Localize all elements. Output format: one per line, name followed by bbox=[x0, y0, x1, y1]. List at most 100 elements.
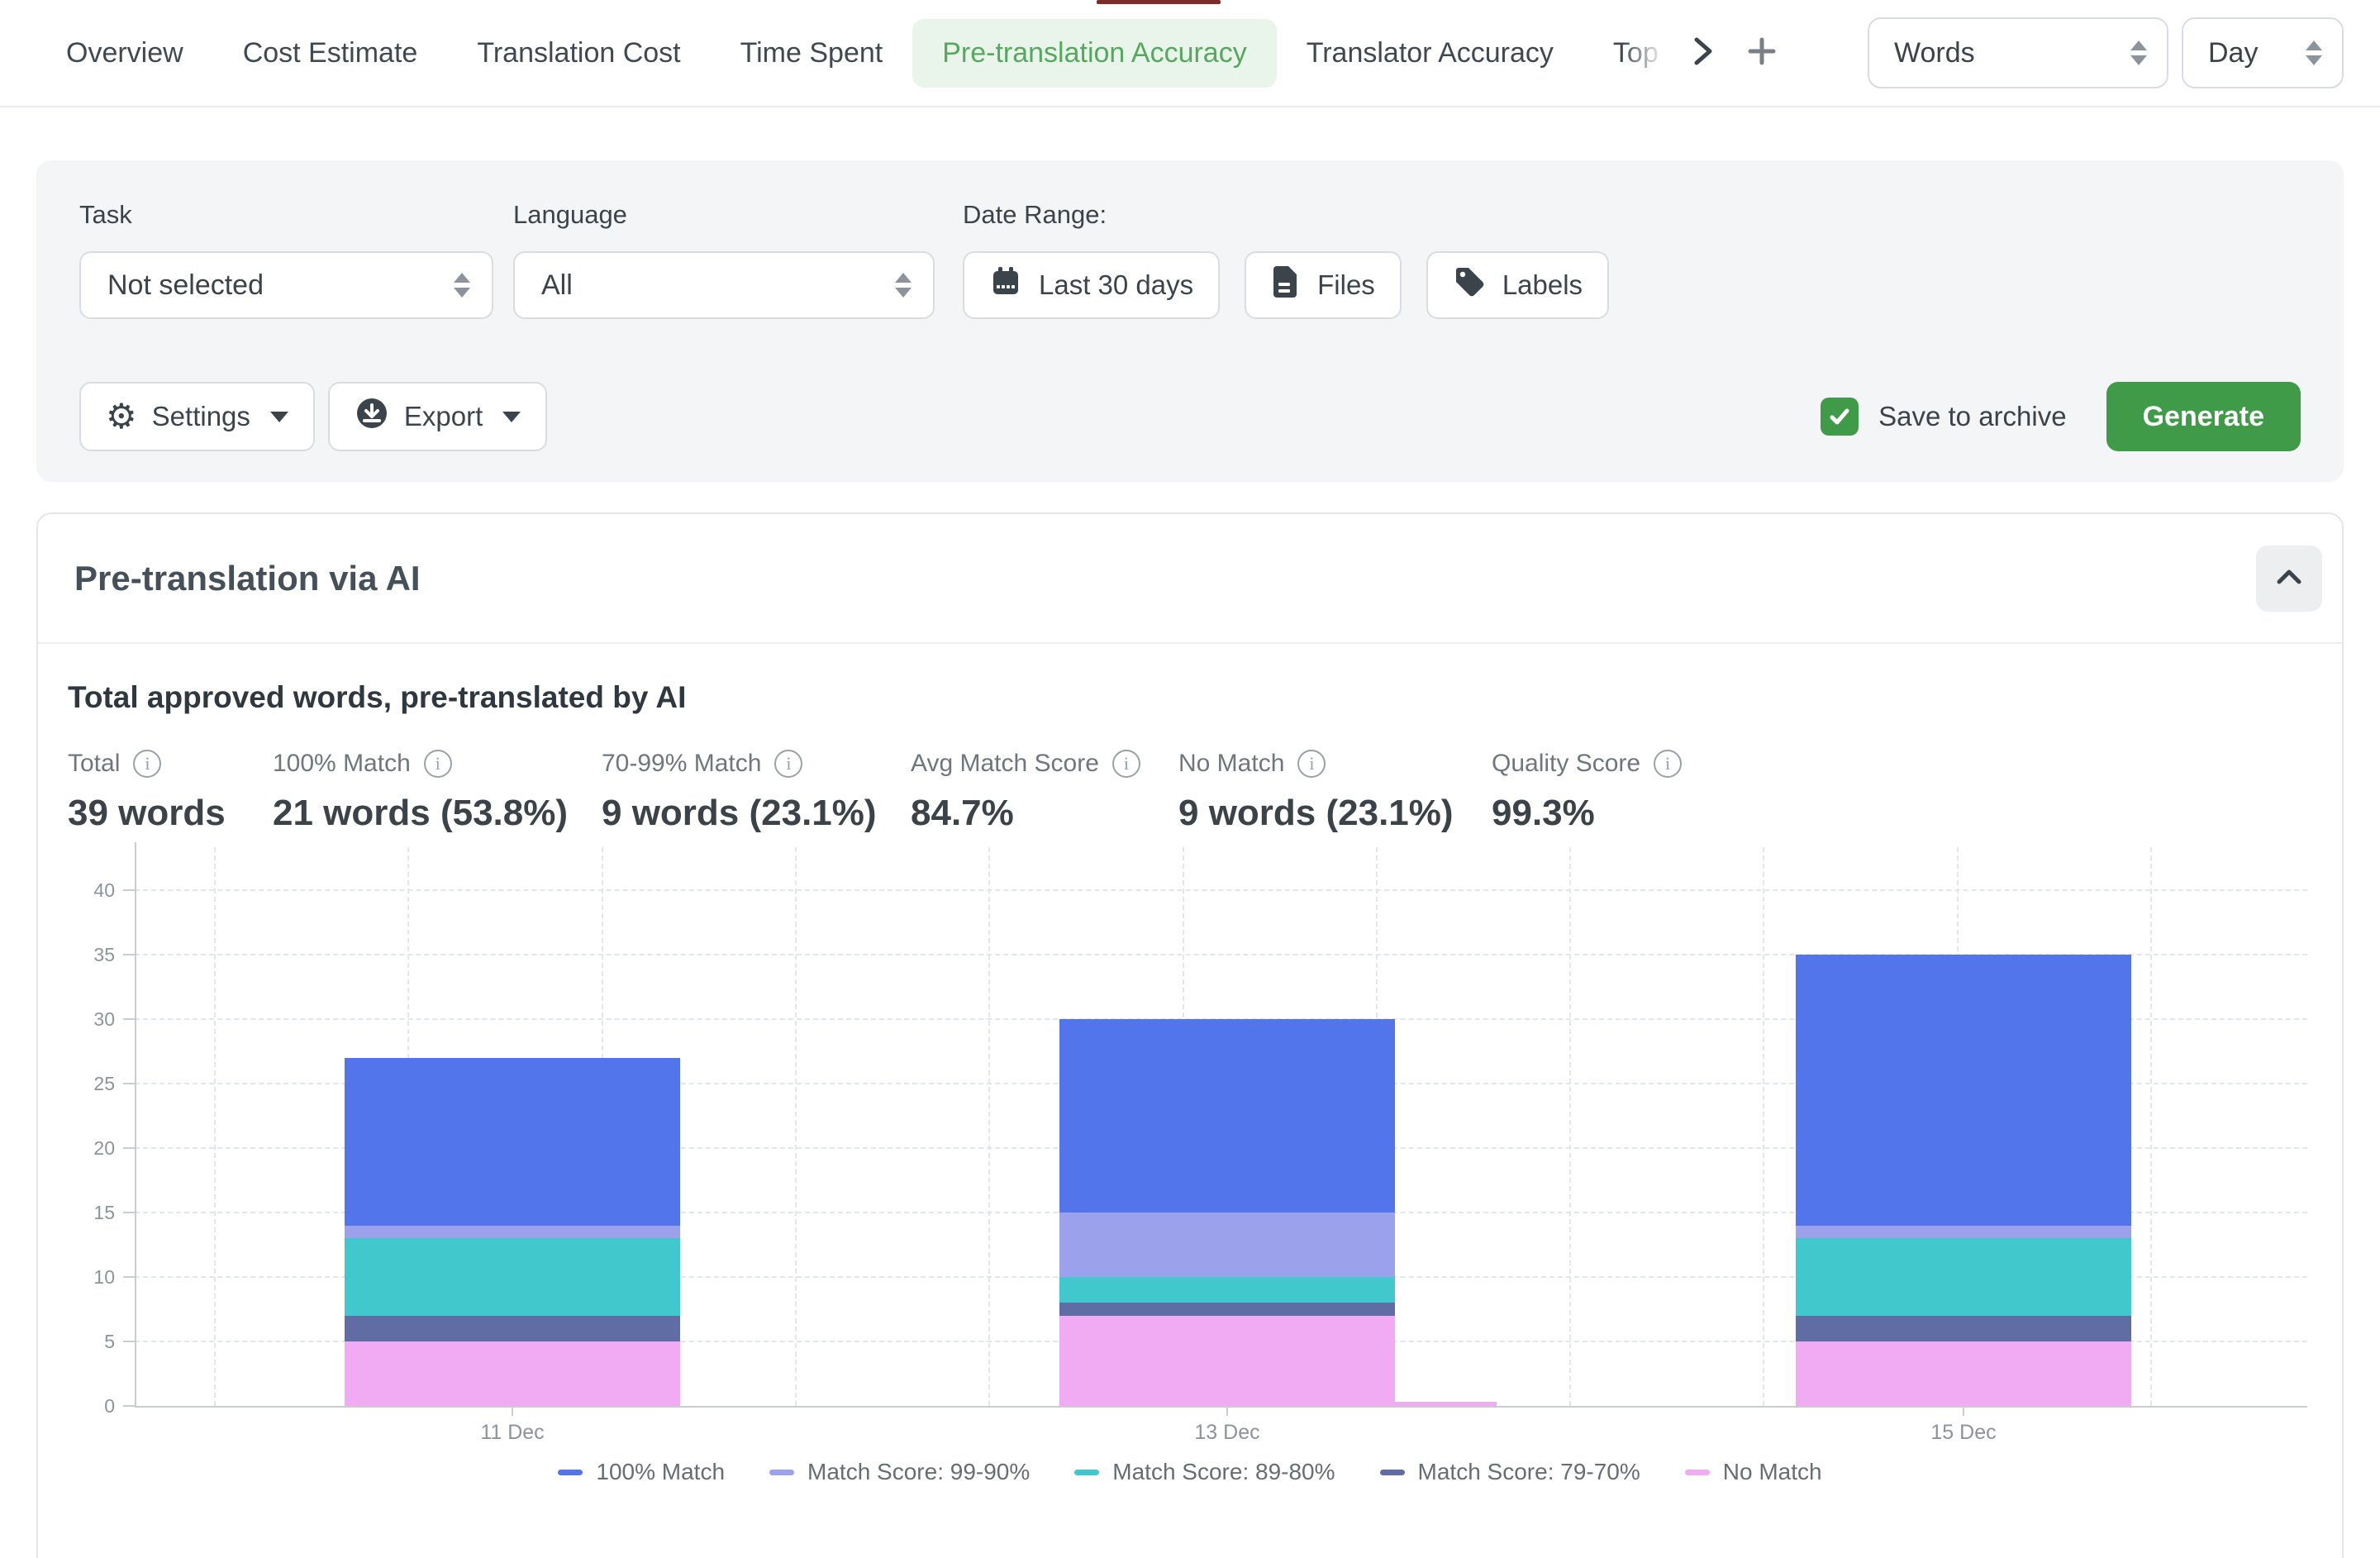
bar-segment bbox=[345, 1058, 680, 1226]
legend-color-dash-icon bbox=[769, 1470, 794, 1475]
checkbox-checked-icon[interactable] bbox=[1821, 398, 1859, 436]
settings-button-label: Settings bbox=[152, 401, 250, 432]
info-icon[interactable]: i bbox=[133, 750, 161, 778]
task-filter-label: Task bbox=[79, 200, 493, 230]
stat-quality-score: Quality Scorei 99.3% bbox=[1492, 750, 1682, 834]
stat-avg-match-score: Avg Match Score i 84.7% bbox=[911, 750, 1178, 834]
y-axis-tick-label: 20 bbox=[49, 1137, 115, 1160]
x-tick-mark bbox=[1963, 1406, 1964, 1416]
y-axis-tick-label: 40 bbox=[49, 879, 115, 902]
unit-select[interactable]: Words bbox=[1868, 17, 2168, 88]
tab-translator-accuracy[interactable]: Translator Accuracy bbox=[1277, 19, 1583, 88]
calendar-icon bbox=[989, 265, 1022, 305]
y-axis-tick-label: 5 bbox=[49, 1331, 115, 1353]
vertical-gridline bbox=[2150, 847, 2152, 1406]
files-filter-button[interactable]: Files bbox=[1245, 251, 1402, 319]
legend-color-dash-icon bbox=[1685, 1470, 1710, 1475]
info-icon[interactable]: i bbox=[424, 750, 452, 778]
generate-button[interactable]: Generate bbox=[2106, 382, 2301, 451]
tabs-scroll-right-button[interactable] bbox=[1676, 26, 1729, 79]
legend-color-dash-icon bbox=[1380, 1470, 1405, 1475]
section-title: Total approved words, pre-translated by … bbox=[68, 680, 2312, 715]
x-tick-mark bbox=[512, 1406, 513, 1416]
baseline-pink-fragment bbox=[1395, 1402, 1497, 1406]
vertical-gridline bbox=[795, 847, 797, 1406]
language-select-value: All bbox=[541, 269, 573, 302]
legend-item[interactable]: Match Score: 89-80% bbox=[1074, 1459, 1335, 1485]
info-icon[interactable]: i bbox=[1297, 750, 1326, 778]
info-icon[interactable]: i bbox=[774, 750, 802, 778]
unit-select-value: Words bbox=[1894, 37, 1975, 69]
export-button-label: Export bbox=[404, 401, 483, 432]
stat-value: 21 words (53.8%) bbox=[273, 793, 602, 834]
stat-value: 84.7% bbox=[911, 793, 1178, 834]
stat-label: 70-99% Match bbox=[602, 750, 761, 778]
vertical-gridline bbox=[988, 847, 990, 1406]
stat-no-match: No Match i 9 words (23.1%) bbox=[1178, 750, 1492, 834]
export-dropdown-button[interactable]: Export bbox=[328, 382, 547, 451]
caret-down-icon bbox=[502, 412, 521, 422]
y-axis-tick-label: 30 bbox=[49, 1008, 115, 1031]
y-tick-mark bbox=[123, 1018, 135, 1020]
x-tick-mark bbox=[1226, 1406, 1228, 1416]
stat-label: Total bbox=[68, 750, 120, 778]
legend-item[interactable]: Match Score: 99-90% bbox=[769, 1459, 1030, 1485]
task-select[interactable]: Not selected bbox=[79, 251, 493, 319]
bar-segment bbox=[345, 1341, 680, 1406]
labels-filter-button[interactable]: Labels bbox=[1426, 251, 1609, 319]
top-navigation: Overview Cost Estimate Translation Cost … bbox=[0, 0, 2380, 107]
legend-item[interactable]: 100% Match bbox=[558, 1459, 725, 1485]
pre-translation-panel: Pre-translation via AI Total approved wo… bbox=[36, 512, 2344, 1558]
tab-top-truncated[interactable]: Top bbox=[1583, 19, 1669, 88]
vertical-gridline bbox=[1569, 847, 1571, 1406]
tab-translation-cost[interactable]: Translation Cost bbox=[447, 19, 710, 88]
stat-value: 9 words (23.1%) bbox=[1178, 793, 1492, 834]
collapse-panel-button[interactable] bbox=[2256, 546, 2322, 612]
legend-item[interactable]: Match Score: 79-70% bbox=[1380, 1459, 1640, 1485]
legend-item[interactable]: No Match bbox=[1685, 1459, 1822, 1485]
caret-down-icon bbox=[270, 412, 288, 422]
bar-segment bbox=[1059, 1316, 1395, 1406]
x-axis-category-label: 13 Dec bbox=[1145, 1421, 1310, 1445]
x-axis-line bbox=[135, 1406, 2307, 1408]
chart-legend: 100% Match Match Score: 99-90% Match Score… bbox=[38, 1459, 2342, 1485]
tab-time-spent[interactable]: Time Spent bbox=[711, 19, 913, 88]
y-axis-tick-label: 0 bbox=[49, 1395, 115, 1417]
legend-label: Match Score: 89-80% bbox=[1112, 1459, 1335, 1485]
stats-row: Totali 39 words 100% Matchi 21 words (53… bbox=[68, 750, 2312, 834]
period-select[interactable]: Day bbox=[2182, 17, 2344, 88]
tab-overview[interactable]: Overview bbox=[36, 19, 213, 88]
bar-segment bbox=[1796, 955, 2131, 1226]
bar-segment bbox=[1796, 1316, 2131, 1341]
y-tick-mark bbox=[123, 889, 135, 891]
bar-segment bbox=[1796, 1341, 2131, 1406]
stat-total: Totali 39 words bbox=[68, 750, 273, 834]
stat-label: No Match bbox=[1178, 750, 1284, 778]
y-tick-mark bbox=[123, 954, 135, 955]
chevron-up-icon bbox=[2273, 565, 2306, 591]
save-to-archive-checkbox[interactable]: Save to archive bbox=[1821, 398, 2066, 436]
stacked-bar-chart: 051015202530354011 Dec13 Dec15 Dec 100% … bbox=[38, 841, 2342, 1512]
select-arrows-icon bbox=[454, 273, 470, 298]
stat-label: Avg Match Score bbox=[911, 750, 1099, 778]
settings-dropdown-button[interactable]: ⚙ Settings bbox=[79, 382, 315, 451]
info-icon[interactable]: i bbox=[1112, 750, 1140, 778]
vertical-gridline bbox=[1763, 847, 1764, 1406]
tab-pre-translation-accuracy[interactable]: Pre-translation Accuracy bbox=[912, 19, 1277, 88]
x-axis-category-label: 11 Dec bbox=[430, 1421, 595, 1445]
download-circle-icon bbox=[355, 396, 389, 437]
date-range-label: Date Range: bbox=[963, 200, 1609, 230]
info-icon[interactable]: i bbox=[1654, 750, 1682, 778]
language-select[interactable]: All bbox=[513, 251, 935, 319]
bar-segment bbox=[1059, 1303, 1395, 1316]
report-filter-card: Task Not selected Language All Date Rang… bbox=[36, 160, 2344, 482]
y-axis-tick-label: 10 bbox=[49, 1266, 115, 1289]
y-tick-mark bbox=[123, 1083, 135, 1084]
date-range-button[interactable]: Last 30 days bbox=[963, 251, 1220, 319]
date-range-value: Last 30 days bbox=[1039, 269, 1193, 301]
legend-label: 100% Match bbox=[596, 1459, 725, 1485]
gear-icon: ⚙ bbox=[106, 399, 137, 434]
select-arrows-icon bbox=[2306, 40, 2322, 65]
tab-cost-estimate[interactable]: Cost Estimate bbox=[213, 19, 448, 88]
add-report-button[interactable] bbox=[1735, 26, 1788, 79]
